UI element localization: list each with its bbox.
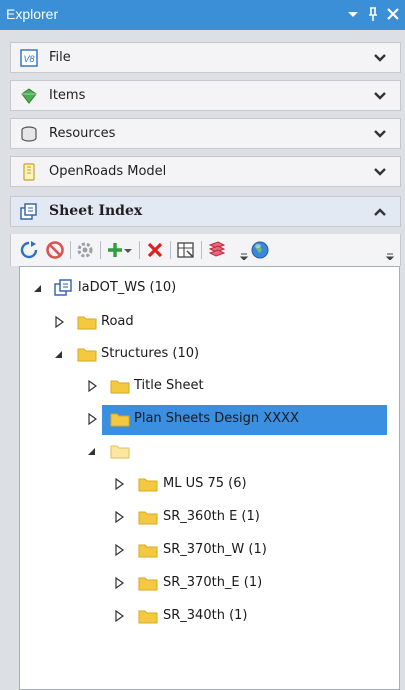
collapsed-arrow-icon[interactable] [53, 316, 65, 328]
toolbar-separator [100, 241, 101, 259]
overflow-icon[interactable] [239, 240, 249, 260]
tree-node-sr-360th-e[interactable]: SR_360th E (1) [20, 505, 380, 529]
section-label: OpenRoads Model [49, 164, 167, 179]
folder-icon [138, 511, 158, 525]
tree-node-sr-370th-e[interactable]: SR_370th_E (1) [20, 571, 380, 595]
expanded-arrow-icon[interactable] [86, 445, 98, 457]
tree-node-sr-340th[interactable]: SR_340th (1) [20, 604, 380, 628]
tree-node-label: SR_360th E (1) [163, 509, 260, 524]
tree-node-label: SR_370th_W (1) [163, 542, 267, 557]
svg-text:V8: V8 [23, 54, 34, 64]
settings-gear-icon[interactable] [75, 240, 95, 260]
chevron-down-icon[interactable] [374, 91, 386, 101]
tree-node-structures[interactable]: Structures (10) [20, 342, 380, 366]
dropdown-arrow-icon[interactable] [122, 240, 134, 260]
tree-node-pipe-sections[interactable]: Pipe sections (10) [20, 439, 380, 463]
folder-icon [138, 577, 158, 591]
tree-node-label: Plan Sheets Design XXXX [134, 411, 299, 426]
collapsed-arrow-icon[interactable] [113, 478, 125, 490]
tree-node-label: SR_340th (1) [163, 608, 248, 623]
folder-icon [110, 445, 130, 459]
section-label: Sheet Index [49, 203, 143, 219]
folder-icon [77, 316, 97, 330]
tree-node-sr-370th-w[interactable]: SR_370th_W (1) [20, 538, 380, 562]
collapsed-arrow-icon[interactable] [113, 544, 125, 556]
chevron-down-icon[interactable] [374, 129, 386, 139]
section-file[interactable]: V8 File [10, 42, 401, 73]
folder-icon [138, 478, 158, 492]
folder-icon [138, 544, 158, 558]
section-items[interactable]: Items [10, 80, 401, 111]
sheet-index-toolbar [10, 234, 401, 266]
chevron-down-icon[interactable] [374, 53, 386, 63]
v8-file-icon: V8 [20, 49, 38, 67]
section-label: Resources [49, 126, 116, 141]
toolbar-separator [70, 241, 71, 259]
section-resources[interactable]: Resources [10, 118, 401, 149]
tree-node-label: ML US 75 (6) [163, 476, 247, 491]
folder-icon [110, 380, 130, 394]
tree-node-label: Title Sheet [134, 378, 204, 393]
toolbar-separator [201, 241, 202, 259]
tree-node-label: Road [101, 314, 134, 329]
tree-node-title-sheet[interactable]: Title Sheet [20, 374, 380, 398]
globe-icon[interactable] [250, 240, 270, 260]
explorer-title-bar[interactable]: Explorer [0, 0, 405, 30]
folder-icon [77, 348, 97, 362]
folder-icon [110, 413, 130, 427]
tree-node-label: laDOT_WS (10) [78, 280, 177, 295]
stacked-sheets-icon[interactable] [207, 240, 227, 260]
tree-node-label: SR_370th_E (1) [163, 575, 263, 590]
openroads-model-icon [23, 163, 35, 181]
delete-icon[interactable] [145, 240, 165, 260]
collapsed-arrow-icon[interactable] [113, 511, 125, 523]
tree-node-label: Structures (10) [101, 346, 200, 361]
toolbar-separator [139, 241, 140, 259]
tree-node-ml-us-75[interactable]: ML US 75 (6) [20, 472, 380, 496]
sheet-index-icon [20, 203, 37, 220]
items-gem-icon [21, 88, 37, 104]
collapsed-arrow-icon[interactable] [86, 413, 98, 425]
cancel-icon[interactable] [45, 240, 65, 260]
chevron-up-icon[interactable] [374, 207, 386, 217]
tree-node-road[interactable]: Road [20, 310, 380, 334]
pin-icon[interactable] [365, 5, 381, 23]
sheet-index-icon [54, 279, 72, 296]
refresh-icon[interactable] [19, 240, 39, 260]
collapsed-arrow-icon[interactable] [86, 380, 98, 392]
window-title: Explorer [6, 6, 59, 22]
collapsed-arrow-icon[interactable] [113, 610, 125, 622]
section-openroads-model[interactable]: OpenRoads Model [10, 156, 401, 187]
overflow-icon[interactable] [385, 240, 395, 260]
expanded-arrow-icon[interactable] [32, 282, 44, 294]
dropdown-menu-icon[interactable] [345, 5, 361, 23]
tree-node-root[interactable]: laDOT_WS (10) [20, 276, 380, 300]
expanded-arrow-icon[interactable] [53, 348, 65, 360]
section-sheet-index[interactable]: Sheet Index [10, 196, 401, 227]
resources-disk-icon [21, 126, 37, 142]
chevron-down-icon[interactable] [374, 167, 386, 177]
section-label: Items [49, 88, 86, 103]
sheet-properties-icon[interactable] [176, 240, 196, 260]
folder-icon [138, 610, 158, 624]
sheet-index-tree: laDOT_WS (10) Road Structures (10) Title… [19, 266, 400, 690]
toolbar-separator [170, 241, 171, 259]
section-label: File [49, 50, 71, 65]
tree-node-label: Pipe sections (10) [134, 443, 250, 458]
close-icon[interactable] [385, 5, 401, 23]
collapsed-arrow-icon[interactable] [113, 577, 125, 589]
tree-node-plan-sheets[interactable]: Plan Sheets Design XXXX [20, 407, 380, 431]
